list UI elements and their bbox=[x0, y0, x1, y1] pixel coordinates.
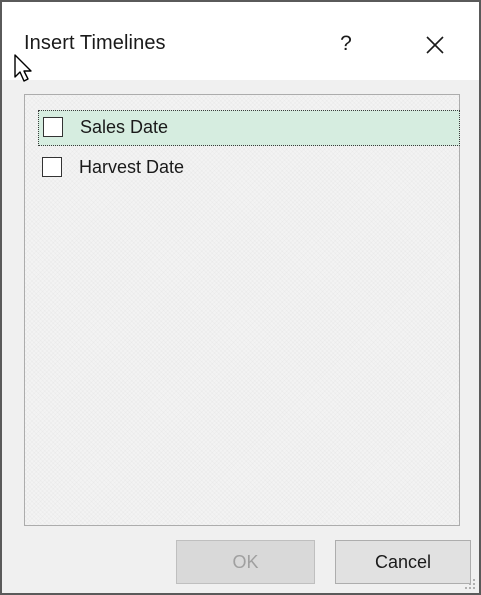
list-item-sales-date[interactable]: Sales Date bbox=[38, 110, 460, 146]
insert-timelines-dialog: Insert Timelines ? Sales Date Harvest Da… bbox=[0, 0, 481, 595]
cancel-button[interactable]: Cancel bbox=[335, 540, 471, 584]
close-button[interactable] bbox=[415, 26, 455, 66]
resize-grip-icon[interactable] bbox=[463, 577, 477, 591]
list-item-label: Harvest Date bbox=[79, 157, 185, 177]
ok-button[interactable]: OK bbox=[176, 540, 315, 584]
harvest-date-checkbox[interactable] bbox=[42, 157, 62, 177]
list-item-harvest-date[interactable]: Harvest Date bbox=[38, 151, 460, 187]
title-bar: Insert Timelines ? bbox=[2, 2, 479, 80]
list-item-label: Sales Date bbox=[80, 117, 169, 137]
dialog-title: Insert Timelines bbox=[24, 32, 166, 54]
timeline-fields-list[interactable]: Sales Date Harvest Date bbox=[24, 94, 460, 526]
sales-date-checkbox[interactable] bbox=[43, 117, 63, 137]
close-icon bbox=[426, 36, 444, 54]
help-button[interactable]: ? bbox=[328, 26, 364, 62]
